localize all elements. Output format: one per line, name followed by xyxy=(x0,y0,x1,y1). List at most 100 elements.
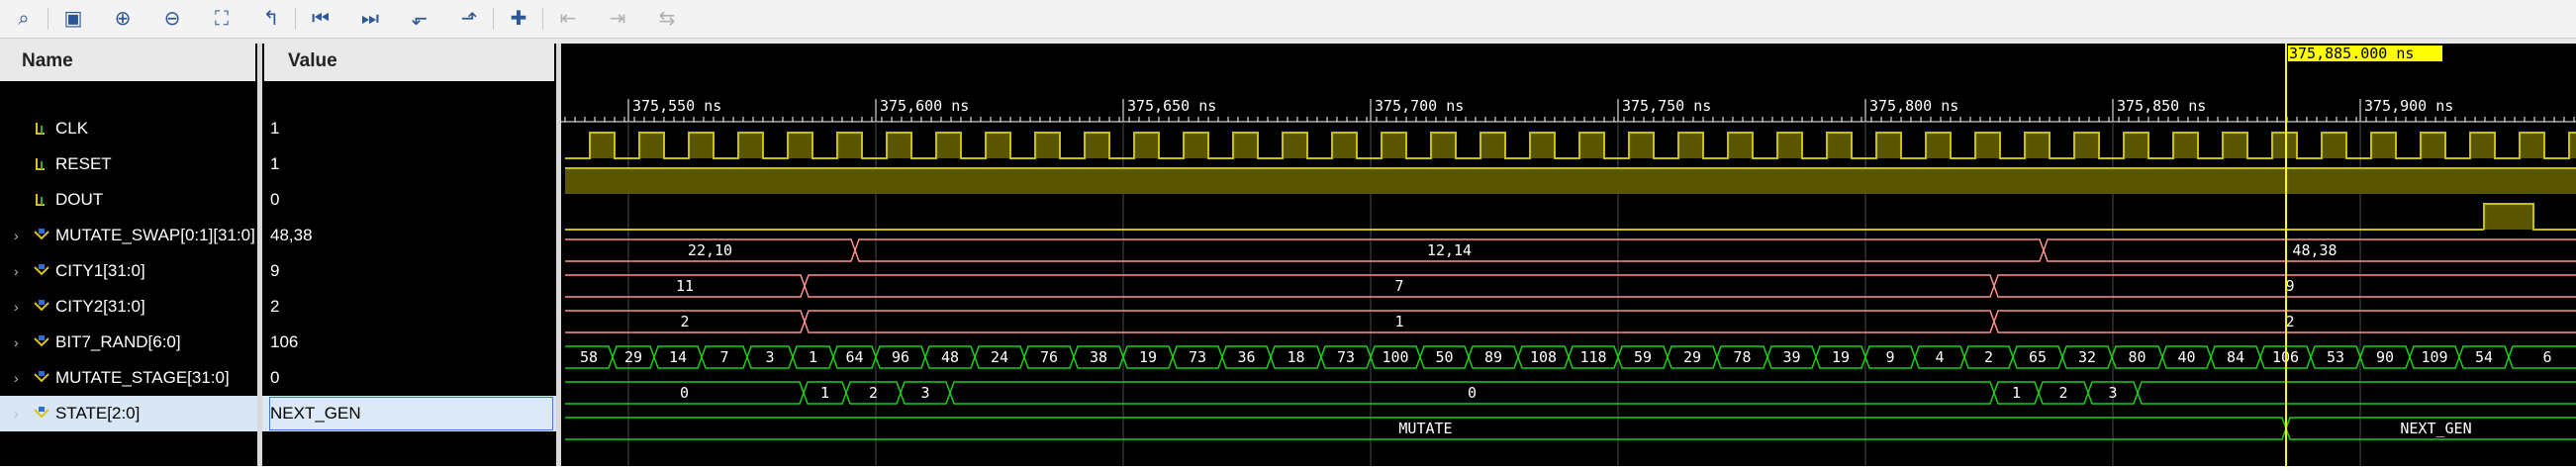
ruler-tick-label: 375,900 ns xyxy=(2364,97,2453,115)
waveform-canvas[interactable]: 375,550 ns 375,600 ns 375,650 ns 375,700 ns… xyxy=(561,44,2576,466)
signal-value: 9 xyxy=(270,261,280,280)
go-to-last-time-icon: ⏭ xyxy=(361,6,379,30)
search-button[interactable]: ⌕ xyxy=(10,4,38,32)
zoom-fit-button[interactable]: ⛶ xyxy=(208,4,236,32)
signal-value-row[interactable]: 0 xyxy=(262,182,556,218)
signal-value: 1 xyxy=(270,154,280,173)
next-transition-icon: ⬏ xyxy=(460,6,478,30)
bit7-rand-bus-value: 109 xyxy=(2421,348,2447,366)
signal-name-row[interactable]: RESET xyxy=(0,146,257,182)
signal-name: CITY2[31:0] xyxy=(55,297,145,316)
bit7-rand-bus-value: 53 xyxy=(2327,348,2344,366)
signal-value: 0 xyxy=(270,190,280,209)
bit7-rand-bus-value: 84 xyxy=(2227,348,2244,366)
signal-name-row[interactable]: DOUT xyxy=(0,182,257,218)
ruler-tick-label: 375,850 ns xyxy=(2117,97,2206,115)
bit7-rand-bus-value: 90 xyxy=(2376,348,2394,366)
expand-chevron-icon[interactable]: › xyxy=(14,325,19,360)
bus-signal-icon xyxy=(34,229,49,240)
clk-high-fill xyxy=(2173,133,2198,158)
bit7-rand-bus-value: 24 xyxy=(991,348,1008,366)
bit7-rand-bus-value: 32 xyxy=(2078,348,2096,366)
signal-name-row[interactable]: › CITY2[31:0] xyxy=(0,289,257,325)
bit7-rand-bus-value: 36 xyxy=(1237,348,1255,366)
clk-high-fill xyxy=(2074,133,2099,158)
signal-name-row[interactable]: › BIT7_RAND[6:0] xyxy=(0,325,257,360)
signal-value: 1 xyxy=(270,119,280,138)
reset-high-fill xyxy=(565,168,2576,194)
next-marker-icon: ⇥ xyxy=(609,6,626,30)
signal-name-row[interactable]: › MUTATE_SWAP[0:1][31:0] xyxy=(0,218,257,253)
signal-name: MUTATE_SWAP[0:1][31:0] xyxy=(55,226,255,244)
save-button[interactable]: ▣ xyxy=(59,4,87,32)
mutate-stage-bus-value: 1 xyxy=(2012,384,2021,402)
city1-bus-value: 11 xyxy=(676,277,694,295)
previous-marker-button: ⇤ xyxy=(554,4,582,32)
clk-high-fill xyxy=(986,133,1010,158)
next-transition-button[interactable]: ⬏ xyxy=(455,4,483,32)
clk-high-fill xyxy=(590,133,615,158)
signal-value-row[interactable]: 9 xyxy=(262,253,556,289)
mutate-swap-bus-value: 12,14 xyxy=(1427,241,1472,259)
toolbar-separator xyxy=(295,8,296,30)
signal-value: 0 xyxy=(270,368,280,387)
name-column-header[interactable]: Name xyxy=(0,42,255,81)
bus-signal-icon xyxy=(34,300,49,312)
bit7-rand-bus-value: 19 xyxy=(1832,348,1850,366)
bit7-rand-bus-value: 29 xyxy=(624,348,642,366)
waveform-viewer[interactable]: 375,550 ns 375,600 ns 375,650 ns 375,700 ns… xyxy=(561,44,2576,466)
signal-value-row[interactable]: 48,38 xyxy=(262,218,556,253)
clk-high-fill xyxy=(2470,133,2495,158)
signal-value: 106 xyxy=(270,332,299,351)
save-icon: ▣ xyxy=(63,6,83,30)
bit7-rand-bus-value: 54 xyxy=(2475,348,2493,366)
signal-name-row[interactable]: CLK xyxy=(0,111,257,146)
bit7-rand-bus-value: 14 xyxy=(669,348,687,366)
bit7-rand-bus-value: 3 xyxy=(765,348,774,366)
previous-transition-button[interactable]: ⬐ xyxy=(406,4,433,32)
clk-high-fill xyxy=(1827,133,1852,158)
clk-high-fill xyxy=(639,133,664,158)
signal-value-row[interactable]: NEXT_GEN xyxy=(262,396,556,431)
expand-chevron-icon[interactable]: › xyxy=(14,253,19,289)
add-marker-button[interactable]: ✚ xyxy=(505,4,532,32)
city2-bus-value: 2 xyxy=(680,313,689,330)
expand-chevron-icon[interactable]: › xyxy=(14,396,19,431)
expand-chevron-icon[interactable]: › xyxy=(14,289,19,325)
signal-name-row[interactable]: › CITY1[31:0] xyxy=(0,253,257,289)
clk-high-fill xyxy=(1134,133,1159,158)
signal-value-row[interactable]: 106 xyxy=(262,325,556,360)
signal-value-row[interactable]: 1 xyxy=(262,111,556,146)
zoom-out-icon: ⊖ xyxy=(163,6,181,30)
signal-name-row[interactable]: › STATE[2:0] xyxy=(0,396,257,431)
waveform-toolbar: ⌕ ▣ ⊕ ⊖ ⛶ ↰ ⏮ ⏭ ⬐ ⬏ ✚ ⇤ ⇥ ⇆ xyxy=(0,0,2576,39)
mutate-stage-bus-value: 3 xyxy=(2108,384,2117,402)
go-to-cursor-button[interactable]: ↰ xyxy=(257,4,285,32)
signal-value-row[interactable]: 2 xyxy=(262,289,556,325)
expand-chevron-icon[interactable]: › xyxy=(14,360,19,396)
clk-high-fill xyxy=(1629,133,1654,158)
expand-chevron-icon[interactable]: › xyxy=(14,218,19,253)
value-column-header[interactable]: Value xyxy=(264,42,554,81)
zoom-out-button[interactable]: ⊖ xyxy=(158,4,186,32)
clk-high-fill xyxy=(1876,133,1901,158)
signal-value-row[interactable]: 0 xyxy=(262,360,556,396)
clk-high-fill xyxy=(2025,133,2050,158)
clk-high-fill xyxy=(936,133,961,158)
signal-name: RESET xyxy=(55,154,112,173)
signal-name: STATE[2:0] xyxy=(55,404,141,423)
bit7-rand-bus-value: 50 xyxy=(1435,348,1453,366)
bit7-rand-bus-value: 7 xyxy=(719,348,728,366)
bit7-rand-bus-value: 2 xyxy=(1984,348,1993,366)
zoom-in-button[interactable]: ⊕ xyxy=(109,4,137,32)
search-icon: ⌕ xyxy=(18,6,30,30)
bit7-rand-bus-value: 40 xyxy=(2177,348,2195,366)
signal-name-row[interactable]: › MUTATE_STAGE[31:0] xyxy=(0,360,257,396)
signal-value-row[interactable]: 1 xyxy=(262,146,556,182)
go-to-time-zero-button[interactable]: ⏮ xyxy=(307,4,334,32)
clk-high-fill xyxy=(1678,133,1703,158)
go-to-last-time-button[interactable]: ⏭ xyxy=(356,4,384,32)
bit7-rand-bus-value: 108 xyxy=(1530,348,1557,366)
clk-high-fill xyxy=(2371,133,2396,158)
ruler-tick-label: 375,700 ns xyxy=(1375,97,1464,115)
